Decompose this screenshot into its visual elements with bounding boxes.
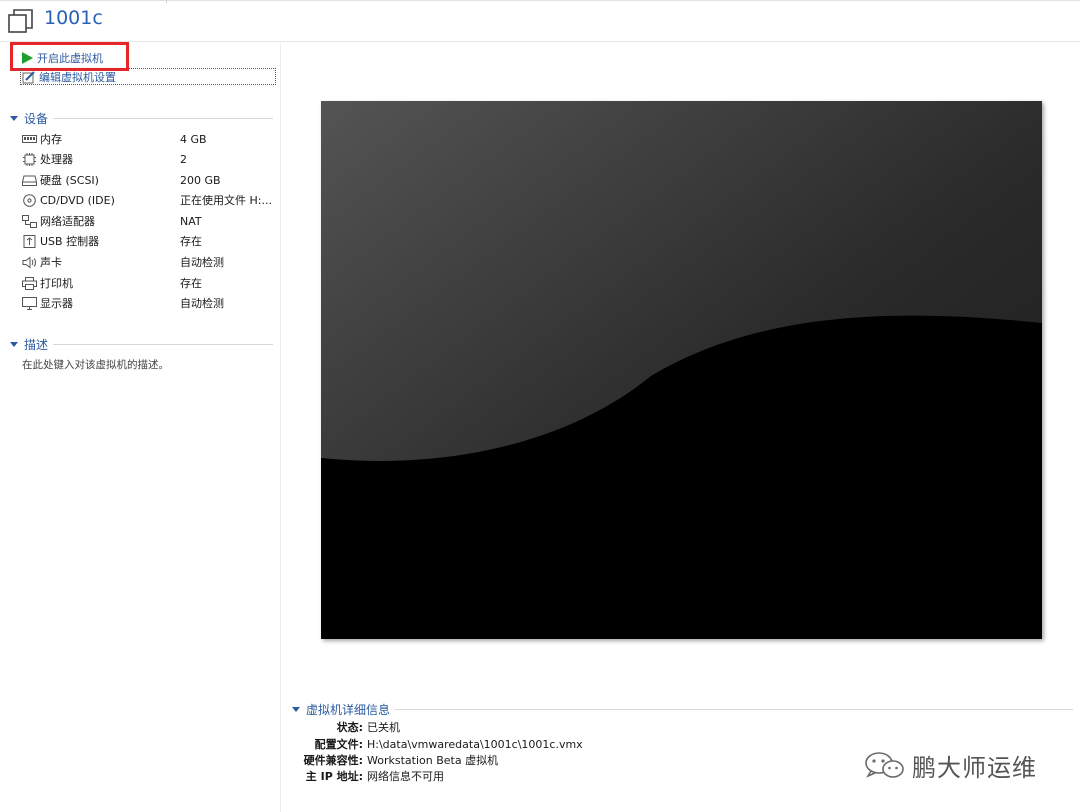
- device-name: 声卡: [40, 256, 62, 269]
- device-name: 内存: [40, 133, 62, 146]
- device-value: 自动检测: [180, 256, 224, 269]
- section-divider: [395, 708, 1073, 710]
- memory-icon: [22, 134, 37, 143]
- device-value: NAT: [180, 214, 202, 228]
- device-row-sound[interactable]: 声卡 自动检测: [22, 253, 277, 271]
- detail-value: Workstation Beta 虚拟机: [367, 754, 499, 767]
- section-divider: [53, 343, 273, 345]
- device-row-display[interactable]: 显示器 自动检测: [22, 294, 277, 312]
- description-heading: 描述: [24, 337, 49, 352]
- detail-row-status: 状态: 已关机: [292, 719, 400, 735]
- device-name: 处理器: [40, 153, 73, 166]
- description-input[interactable]: 在此处键入对该虚拟机的描述。: [22, 357, 169, 372]
- devices-heading: 设备: [24, 111, 49, 126]
- device-value: 2: [180, 152, 187, 166]
- detail-key: 主 IP 地址:: [305, 770, 363, 783]
- watermark: 鹏大师运维: [862, 747, 1037, 783]
- edit-settings-icon: [22, 70, 35, 83]
- detail-key: 配置文件:: [314, 738, 363, 751]
- vm-preview-graphic: [321, 101, 1042, 639]
- details-section-header[interactable]: 虚拟机详细信息: [292, 701, 1073, 717]
- detail-row-config-file: 配置文件: H:\data\vmwaredata\1001c\1001c.vmx: [292, 736, 583, 752]
- detail-value: H:\data\vmwaredata\1001c\1001c.vmx: [367, 737, 583, 751]
- device-value: 200 GB: [180, 173, 221, 187]
- device-value: 存在: [180, 235, 202, 248]
- device-name: 打印机: [40, 277, 73, 290]
- play-icon: [22, 51, 33, 64]
- devices-section-header[interactable]: 设备: [10, 110, 273, 126]
- power-on-label: 开启此虚拟机: [37, 51, 103, 65]
- cd-dvd-icon: [23, 193, 36, 207]
- device-value: 存在: [180, 277, 202, 290]
- device-name: 硬盘 (SCSI): [40, 174, 99, 187]
- printer-icon: [22, 276, 37, 290]
- device-row-network[interactable]: 网络适配器 NAT: [22, 212, 277, 230]
- device-row-memory[interactable]: 内存 4 GB: [22, 130, 277, 148]
- description-section-header[interactable]: 描述: [10, 336, 273, 352]
- device-row-usb[interactable]: USB 控制器 存在: [22, 232, 277, 250]
- device-row-cd-dvd[interactable]: CD/DVD (IDE) 正在使用文件 H:...: [22, 191, 277, 209]
- speaker-icon: [22, 256, 36, 268]
- detail-value: 网络信息不可用: [367, 770, 444, 783]
- edit-settings-button[interactable]: 编辑虚拟机设置: [20, 68, 276, 85]
- cpu-icon: [23, 152, 36, 166]
- details-heading: 虚拟机详细信息: [306, 702, 391, 717]
- vm-screen-preview[interactable]: [321, 101, 1042, 639]
- collapse-triangle-icon: [10, 115, 18, 121]
- network-icon: [22, 214, 37, 228]
- device-row-hard-disk[interactable]: 硬盘 (SCSI) 200 GB: [22, 171, 277, 189]
- usb-icon: [23, 234, 36, 248]
- hard-disk-icon: [22, 175, 37, 186]
- monitor-icon: [22, 296, 37, 310]
- device-name: 网络适配器: [40, 215, 95, 228]
- detail-row-hardware-compat: 硬件兼容性: Workstation Beta 虚拟机: [292, 752, 498, 768]
- section-divider: [53, 117, 273, 119]
- detail-key: 硬件兼容性:: [303, 754, 363, 767]
- device-value: 4 GB: [180, 132, 207, 146]
- detail-key: 状态:: [336, 721, 363, 734]
- vm-title: 1001c: [44, 7, 103, 29]
- device-name: 显示器: [40, 297, 73, 310]
- detail-value: 已关机: [367, 721, 400, 734]
- detail-row-ip-address: 主 IP 地址: 网络信息不可用: [292, 768, 444, 784]
- edit-settings-label: 编辑虚拟机设置: [39, 70, 116, 84]
- collapse-triangle-icon: [292, 706, 300, 712]
- power-on-button[interactable]: 开启此虚拟机: [20, 49, 103, 66]
- vm-header: 1001c: [0, 0, 1080, 42]
- wechat-icon: [865, 752, 904, 778]
- device-value: 自动检测: [180, 297, 224, 310]
- device-name: USB 控制器: [40, 235, 100, 248]
- device-row-cpu[interactable]: 处理器 2: [22, 150, 277, 168]
- watermark-text: 鹏大师运维: [912, 753, 1037, 782]
- device-row-printer[interactable]: 打印机 存在: [22, 274, 277, 292]
- virtual-machine-icon: [8, 9, 33, 33]
- device-value: 正在使用文件 H:...: [180, 194, 272, 207]
- collapse-triangle-icon: [10, 341, 18, 347]
- device-name: CD/DVD (IDE): [40, 193, 115, 207]
